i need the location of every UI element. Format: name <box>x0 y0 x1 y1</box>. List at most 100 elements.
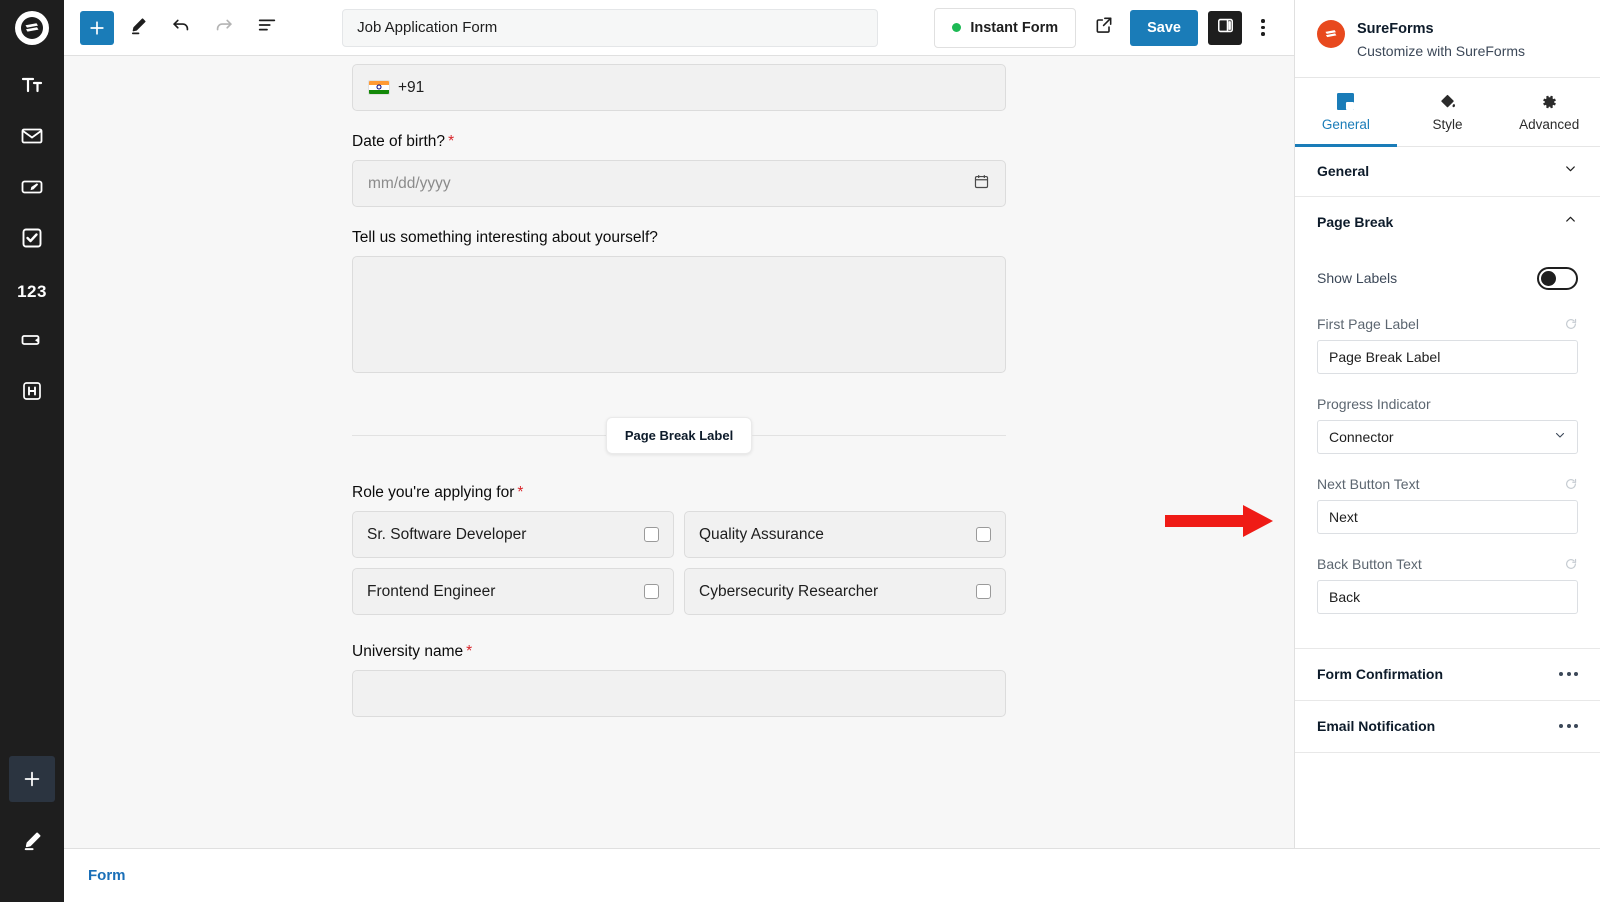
rail-item-text-block[interactable] <box>0 62 64 113</box>
date-of-birth-input[interactable]: mm/dd/yyyy <box>352 160 1006 207</box>
paint-bucket-icon <box>1397 91 1499 113</box>
back-button-text-input[interactable] <box>1317 579 1578 614</box>
form-content-column: +91 Date of birth? * mm/dd/yyyy Tell us … <box>352 56 1007 717</box>
edit-tool-button[interactable] <box>119 9 157 47</box>
pencil-icon <box>128 15 149 41</box>
editor-options-button[interactable] <box>1246 8 1280 48</box>
rail-item-textarea-block[interactable] <box>0 164 64 215</box>
role-option[interactable]: Sr. Software Developer <box>352 511 674 558</box>
ellipsis-icon[interactable] <box>1559 724 1578 729</box>
form-title-area <box>286 8 934 47</box>
settings-panel-toggle-button[interactable] <box>1208 10 1242 45</box>
required-asterisk: * <box>448 133 455 150</box>
section-page-break-header[interactable]: Page Break <box>1295 197 1600 247</box>
reset-icon[interactable] <box>1564 317 1578 331</box>
phone-field: +91 <box>352 64 1006 111</box>
ellipsis-icon[interactable] <box>1559 672 1578 677</box>
progress-indicator-select[interactable]: Connector <box>1317 419 1578 454</box>
sidebar-toggle-icon <box>1216 16 1235 40</box>
about-yourself-textarea[interactable] <box>352 256 1006 373</box>
role-option[interactable]: Frontend Engineer <box>352 568 674 615</box>
chevron-down-icon[interactable] <box>1563 161 1578 181</box>
reset-icon[interactable] <box>1564 477 1578 491</box>
list-view-icon <box>256 14 278 41</box>
instant-form-button[interactable]: Instant Form <box>934 7 1077 48</box>
role-option-label: Quality Assurance <box>699 525 824 543</box>
checkbox-icon[interactable] <box>644 527 659 542</box>
phone-input[interactable]: +91 <box>352 64 1006 111</box>
section-page-break-body: Show Labels First Page Label Page Break … <box>1295 247 1600 649</box>
tab-advanced[interactable]: Advanced <box>1498 78 1600 147</box>
role-option-label: Frontend Engineer <box>367 582 496 600</box>
textarea-icon <box>20 175 44 204</box>
rail-item-input-block[interactable] <box>0 317 64 368</box>
rail-item-email-block[interactable] <box>0 113 64 164</box>
form-confirmation-row[interactable]: Form Confirmation <box>1295 649 1600 701</box>
checkbox-icon[interactable] <box>976 584 991 599</box>
page-break-chip[interactable]: Page Break Label <box>605 417 753 454</box>
rail-item-number-block[interactable]: 123 <box>0 266 64 317</box>
redo-button[interactable] <box>205 9 243 47</box>
general-square-icon <box>1295 91 1397 113</box>
rail-item-checkbox-block[interactable] <box>0 215 64 266</box>
toggle-knob <box>1541 270 1556 286</box>
role-option[interactable]: Quality Assurance <box>684 511 1006 558</box>
kebab-menu-icon-dot <box>1261 19 1265 23</box>
role-label: Role you're applying for * <box>352 484 1006 502</box>
section-general-title: General <box>1317 163 1370 180</box>
editor-center-column: Instant Form Save <box>64 0 1294 902</box>
email-icon <box>20 124 44 153</box>
next-button-text-input[interactable] <box>1317 499 1578 534</box>
add-block-button[interactable] <box>80 10 114 45</box>
editor-topbar: Instant Form Save <box>64 0 1294 56</box>
document-overview-button[interactable] <box>248 9 286 47</box>
chevron-up-icon[interactable] <box>1563 212 1578 232</box>
rail-item-heading-block[interactable] <box>0 368 64 419</box>
first-page-label-input[interactable] <box>1317 339 1578 374</box>
role-option-label: Cybersecurity Researcher <box>699 582 879 600</box>
panel-brand-header: SureForms Customize with SureForms <box>1295 0 1600 77</box>
role-label-text: Role you're applying for <box>352 484 515 501</box>
form-confirmation-title: Form Confirmation <box>1317 666 1443 683</box>
section-general-header[interactable]: General <box>1295 147 1600 197</box>
tab-style[interactable]: Style <box>1397 78 1499 147</box>
preview-external-link-button[interactable] <box>1084 8 1124 48</box>
rail-block-list: 123 <box>0 62 64 419</box>
checkbox-icon[interactable] <box>644 584 659 599</box>
tab-general[interactable]: General <box>1295 78 1397 147</box>
calendar-icon[interactable] <box>973 173 990 195</box>
page-break-divider[interactable]: Page Break Label <box>352 417 1007 454</box>
app-root: 123 Job Application Form Instant Form Sa… <box>0 0 1600 902</box>
show-labels-row: Show Labels <box>1317 266 1578 290</box>
show-labels-label: Show Labels <box>1317 270 1398 287</box>
rail-add-block-button[interactable] <box>9 756 55 802</box>
role-option[interactable]: Cybersecurity Researcher <box>684 568 1006 615</box>
form-title-input[interactable] <box>342 8 879 47</box>
reset-icon[interactable] <box>1564 557 1578 571</box>
left-block-rail: 123 <box>0 0 64 902</box>
panel-tabs: General Style Advanced <box>1295 76 1600 147</box>
undo-button[interactable] <box>162 9 200 47</box>
show-labels-toggle[interactable] <box>1537 266 1578 290</box>
email-notification-row[interactable]: Email Notification <box>1295 701 1600 753</box>
checkbox-icon[interactable] <box>976 527 991 542</box>
required-asterisk: * <box>517 484 524 501</box>
breadcrumb[interactable]: Form <box>88 867 126 884</box>
checkbox-icon <box>20 226 44 255</box>
status-dot-icon <box>952 23 962 32</box>
next-button-text-label: Next Button Text <box>1317 475 1420 492</box>
tab-advanced-label: Advanced <box>1519 116 1580 132</box>
save-button[interactable]: Save <box>1130 9 1198 46</box>
email-notification-title: Email Notification <box>1317 718 1436 735</box>
role-option-label: Sr. Software Developer <box>367 525 527 543</box>
rail-edit-button[interactable] <box>0 820 64 866</box>
sureforms-logo[interactable] <box>0 0 64 56</box>
heading-icon <box>20 379 44 408</box>
redo-icon <box>213 14 235 41</box>
sureforms-mark-icon <box>1317 20 1345 48</box>
progress-indicator-header: Progress Indicator <box>1317 396 1578 412</box>
progress-indicator-value: Connector <box>1329 428 1394 445</box>
university-name-input[interactable] <box>352 670 1006 717</box>
gear-icon <box>1498 91 1600 113</box>
university-name-label: University name * <box>352 643 1006 661</box>
